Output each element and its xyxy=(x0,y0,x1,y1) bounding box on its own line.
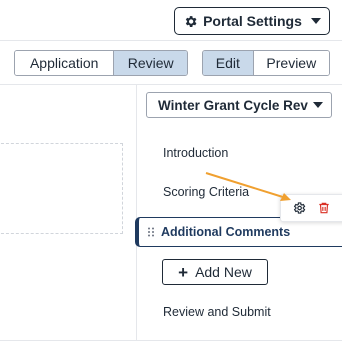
tab-application[interactable]: Application xyxy=(15,51,114,75)
portal-settings-button[interactable]: Portal Settings xyxy=(174,7,330,35)
cycle-select-value: Winter Grant Cycle Rev xyxy=(158,97,308,113)
view-toggle: Edit Preview xyxy=(202,50,330,76)
add-new-section-button[interactable]: + Add New xyxy=(162,259,268,285)
trash-icon[interactable] xyxy=(317,201,331,215)
mode-toggle: Application Review xyxy=(14,50,188,76)
gear-icon[interactable] xyxy=(292,201,306,215)
drag-handle-icon[interactable] xyxy=(147,227,155,237)
chevron-down-icon xyxy=(310,18,321,24)
chevron-down-icon xyxy=(313,102,323,108)
section-item-review-and-submit[interactable]: Review and Submit xyxy=(163,305,271,319)
add-new-label: Add New xyxy=(195,264,252,280)
tab-preview[interactable]: Preview xyxy=(252,51,329,75)
section-item-introduction[interactable]: Introduction xyxy=(163,146,228,160)
section-item-label: Additional Comments xyxy=(161,225,291,239)
toolbar-divider xyxy=(0,84,342,85)
plus-icon: + xyxy=(178,262,189,282)
panel-divider xyxy=(136,85,137,340)
cycle-select[interactable]: Winter Grant Cycle Rev xyxy=(146,92,332,118)
section-item-scoring-criteria[interactable]: Scoring Criteria xyxy=(163,185,249,199)
portal-settings-label: Portal Settings xyxy=(203,13,302,29)
header-divider xyxy=(0,40,342,41)
content-placeholder xyxy=(0,143,123,234)
gear-icon xyxy=(183,14,198,29)
tab-edit[interactable]: Edit xyxy=(203,51,253,75)
item-actions-popover xyxy=(280,194,342,222)
tab-review[interactable]: Review xyxy=(113,51,187,75)
footer-divider xyxy=(0,340,342,341)
